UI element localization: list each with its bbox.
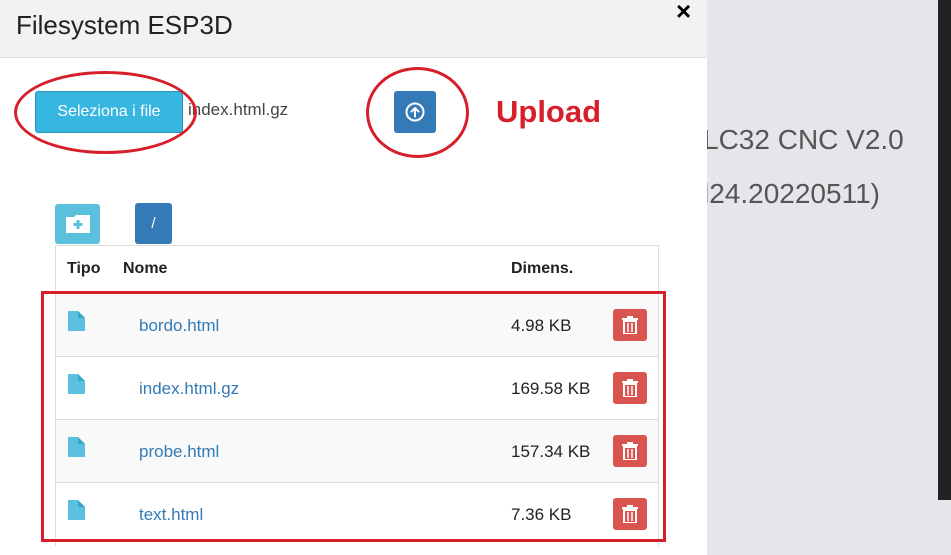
- column-header-size: Dimens.: [511, 260, 574, 277]
- folder-plus-icon: [65, 215, 90, 233]
- upload-annotation-label: Upload: [496, 94, 602, 129]
- background-firmware-version: l24.20220511): [703, 178, 880, 209]
- filesystem-modal: Filesystem ESP3D × Seleziona i file inde…: [0, 0, 707, 555]
- background-firmware-name: LC32 CNC V2.0: [703, 124, 904, 155]
- column-header-name: Nome: [123, 260, 168, 277]
- annotation-circle-select: [14, 71, 197, 154]
- modal-header: Filesystem ESP3D ×: [0, 0, 707, 58]
- new-folder-button[interactable]: [55, 204, 100, 244]
- annotation-box-file-rows: [41, 291, 666, 542]
- background-dark-strip: [938, 0, 951, 500]
- selected-file-name: index.html.gz: [188, 100, 289, 119]
- column-header-type: Tipo: [67, 260, 101, 277]
- root-path-button[interactable]: /: [135, 203, 172, 244]
- close-icon[interactable]: ×: [676, 0, 691, 27]
- annotation-circle-upload: [366, 67, 469, 158]
- modal-title: Filesystem ESP3D: [16, 10, 233, 40]
